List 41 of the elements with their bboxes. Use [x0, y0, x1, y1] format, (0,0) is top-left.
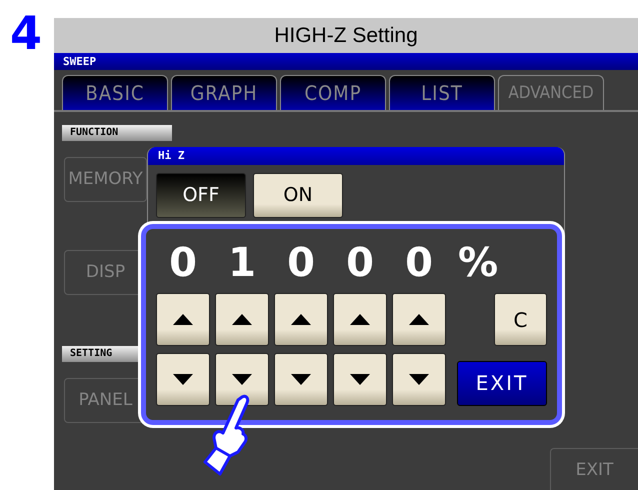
up-arrow-button[interactable]	[274, 293, 328, 346]
down-triangle-icon	[232, 374, 252, 385]
mode-bar: SWEEP	[54, 53, 638, 70]
up-arrow-button[interactable]	[156, 293, 210, 346]
down-arrow-button[interactable]	[333, 353, 387, 406]
tab[interactable]: BASIC	[62, 75, 168, 110]
down-triangle-icon	[173, 374, 193, 385]
up-triangle-icon	[350, 314, 370, 325]
section-label: FUNCTION	[62, 125, 172, 141]
down-arrow-button[interactable]	[392, 353, 446, 406]
digit: 0	[345, 239, 375, 288]
up-triangle-icon	[291, 314, 311, 325]
dialog-title: Hi Z	[148, 147, 564, 165]
option-button[interactable]: ON	[253, 173, 343, 218]
tab[interactable]: GRAPH	[171, 75, 277, 110]
tab[interactable]: ADVANCED	[498, 75, 604, 110]
unit-label: %	[456, 239, 500, 288]
pointing-hand-icon	[202, 394, 252, 476]
step-number: 4	[9, 5, 44, 62]
up-triangle-icon	[173, 314, 193, 325]
digit: 0	[286, 239, 316, 288]
tab[interactable]: LIST	[389, 75, 495, 110]
up-triangle-icon	[232, 314, 252, 325]
option-button[interactable]: OFF	[156, 173, 246, 218]
tab[interactable]: COMP	[280, 75, 386, 110]
digit: 0	[168, 239, 198, 288]
up-arrow-button[interactable]	[215, 293, 269, 346]
down-arrow-button[interactable]	[156, 353, 210, 406]
clear-button[interactable]: C	[494, 293, 547, 346]
up-arrow-button[interactable]	[333, 293, 387, 346]
up-triangle-icon	[409, 314, 429, 325]
exit-button[interactable]: EXIT	[457, 361, 547, 406]
up-arrow-button[interactable]	[392, 293, 446, 346]
down-triangle-icon	[350, 374, 370, 385]
down-triangle-icon	[409, 374, 429, 385]
down-triangle-icon	[291, 374, 311, 385]
screen-title: HIGH-Z Setting	[54, 18, 638, 53]
digit: 1	[227, 239, 257, 288]
down-arrow-button[interactable]	[274, 353, 328, 406]
down-arrow-button[interactable]	[215, 353, 269, 406]
digit: 0	[404, 239, 434, 288]
